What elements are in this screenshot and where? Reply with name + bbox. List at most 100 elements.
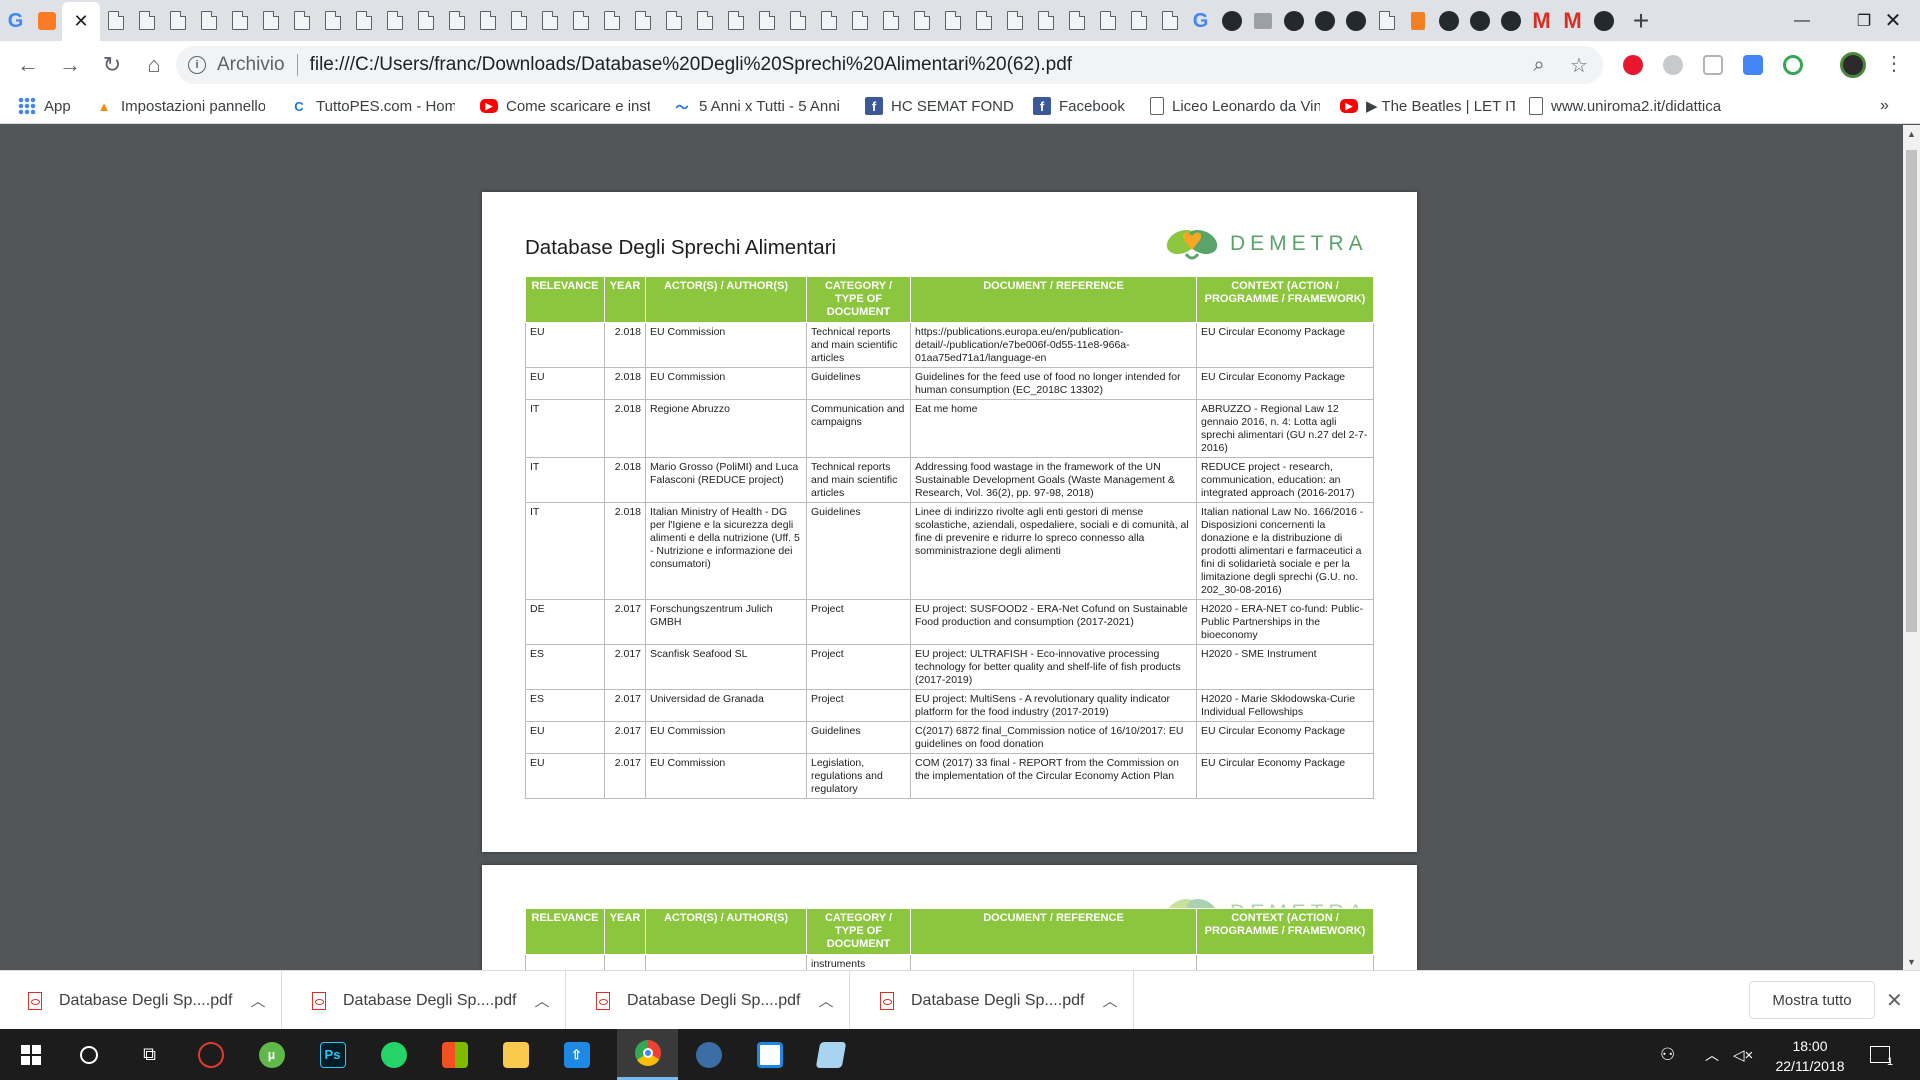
translate-extension-icon[interactable] [1743, 55, 1763, 75]
bookmark-item[interactable]: 〜 5 Anni x Tutti - 5 Anni [673, 95, 839, 117]
bookmark-item[interactable]: f Facebook [1033, 95, 1125, 117]
taskbar-app-transfer[interactable]: ⇧ [546, 1029, 607, 1080]
new-tab-button[interactable]: + [1619, 0, 1663, 41]
bookmark-item[interactable]: ▶ ▶ The Beatles | LET IT BE [1340, 95, 1515, 117]
taskbar-app-game[interactable] [180, 1029, 241, 1080]
browser-tab[interactable] [162, 0, 193, 41]
doc-extension-icon[interactable] [1703, 55, 1723, 75]
bookmark-item[interactable]: f HC SEMAT FONDI [865, 95, 1015, 117]
taskbar-app-notes[interactable] [800, 1029, 861, 1080]
scroll-down-icon[interactable]: ▼ [1903, 953, 1920, 970]
browser-tab[interactable] [596, 0, 627, 41]
taskbar-app-utorrent[interactable]: µ [241, 1029, 302, 1080]
download-item[interactable]: Database Degli Sp....pdf ︿ [568, 971, 850, 1030]
browser-tab[interactable] [1278, 0, 1309, 41]
browser-tab[interactable] [1588, 0, 1619, 41]
close-tab-icon[interactable]: ✕ [73, 11, 88, 32]
browser-tab[interactable] [999, 0, 1030, 41]
browser-tab[interactable] [906, 0, 937, 41]
chevron-up-icon[interactable]: ︿ [1102, 990, 1117, 1011]
browser-tab[interactable] [875, 0, 906, 41]
bookmark-item[interactable]: ▲ Impostazioni pannello [95, 95, 265, 117]
bookmark-star-icon[interactable]: ☆ [1569, 55, 1589, 77]
browser-tab[interactable] [1247, 0, 1278, 41]
browser-tab[interactable] [565, 0, 596, 41]
tab-active-pdf[interactable]: ✕ [62, 2, 100, 41]
browser-tab[interactable] [472, 0, 503, 41]
tab-google[interactable]: G [0, 0, 31, 41]
search-button[interactable] [58, 1029, 119, 1080]
browser-tab[interactable] [534, 0, 565, 41]
reload-button[interactable]: ↻ [94, 47, 130, 83]
action-center-button[interactable]: 1 [1870, 1029, 1897, 1080]
taskbar-app-photoshop[interactable]: Ps [302, 1029, 363, 1080]
browser-tab[interactable] [348, 0, 379, 41]
taskbar-app-chrome[interactable] [617, 1029, 678, 1080]
download-item[interactable]: Database Degli Sp....pdf ︿ [852, 971, 1134, 1030]
browser-tab[interactable] [100, 0, 131, 41]
browser-tab[interactable] [782, 0, 813, 41]
bookmark-item[interactable]: C TuttoPES.com - Home [290, 95, 455, 117]
chevron-up-icon[interactable]: ︿ [818, 990, 833, 1011]
forward-button[interactable]: → [52, 47, 88, 83]
browser-tab[interactable] [317, 0, 348, 41]
scrollbar-thumb[interactable] [1906, 150, 1917, 632]
menu-kebab-icon[interactable]: ⋮ [1884, 51, 1904, 77]
address-url[interactable]: file:///C:/Users/franc/Downloads/Databas… [310, 54, 1073, 76]
bookmarks-overflow-icon[interactable]: » [1880, 95, 1889, 117]
color-extension-icon[interactable] [1783, 55, 1803, 75]
zoom-icon[interactable]: ⌕ [1529, 54, 1549, 76]
browser-tab[interactable] [286, 0, 317, 41]
close-shelf-icon[interactable]: ✕ [1886, 988, 1903, 1013]
browser-tab[interactable] [1464, 0, 1495, 41]
taskbar-app-explorer[interactable] [485, 1029, 546, 1080]
download-item[interactable]: Database Degli Sp....pdf ︿ [284, 971, 566, 1030]
chevron-up-icon[interactable]: ︿ [534, 990, 549, 1011]
browser-tab[interactable] [1092, 0, 1123, 41]
bookmark-item[interactable]: App [18, 95, 71, 117]
browser-tab[interactable] [503, 0, 534, 41]
info-icon[interactable]: i [188, 56, 206, 74]
taskbar-app-thunderbird[interactable] [678, 1029, 739, 1080]
tray-chevron-icon[interactable]: ︿ [1705, 1029, 1719, 1080]
browser-tab[interactable]: M [1526, 0, 1557, 41]
browser-tab[interactable] [1495, 0, 1526, 41]
browser-tab[interactable] [193, 0, 224, 41]
tab-xampp[interactable] [31, 0, 62, 41]
browser-tab[interactable] [720, 0, 751, 41]
bookmark-item[interactable]: ▶ Come scaricare e installare [480, 95, 650, 117]
browser-tab[interactable] [1216, 0, 1247, 41]
scroll-up-icon[interactable]: ▲ [1903, 125, 1920, 142]
people-icon[interactable]: ⚇ [1660, 1029, 1675, 1080]
vertical-scrollbar[interactable]: ▲ ▼ [1903, 125, 1920, 970]
browser-tab[interactable] [968, 0, 999, 41]
browser-tab[interactable] [813, 0, 844, 41]
avatar[interactable] [1840, 52, 1866, 78]
browser-tab[interactable] [1433, 0, 1464, 41]
browser-tab[interactable] [131, 0, 162, 41]
taskbar-app-calculator[interactable] [739, 1029, 800, 1080]
browser-tab[interactable] [379, 0, 410, 41]
skype-extension-icon[interactable] [1663, 55, 1683, 75]
browser-tab[interactable] [1340, 0, 1371, 41]
system-clock[interactable]: 18:00 22/11/2018 [1765, 1036, 1855, 1076]
browser-tab[interactable] [627, 0, 658, 41]
browser-tab[interactable] [658, 0, 689, 41]
browser-tab[interactable] [1371, 0, 1402, 41]
browser-tab[interactable] [844, 0, 875, 41]
bookmark-item[interactable]: Liceo Leonardo da Vinci [1150, 95, 1320, 117]
task-view-button[interactable]: ⧉ [119, 1029, 180, 1080]
home-button[interactable]: ⌂ [136, 47, 172, 83]
browser-tab[interactable] [255, 0, 286, 41]
volume-muted-icon[interactable]: ◁× [1733, 1029, 1753, 1080]
browser-tab[interactable] [1030, 0, 1061, 41]
close-window-button[interactable]: ✕ [1866, 0, 1920, 41]
address-bar[interactable]: i Archivio file:///C:/Users/franc/Downlo… [176, 46, 1603, 84]
browser-tab[interactable] [1061, 0, 1092, 41]
chevron-up-icon[interactable]: ︿ [250, 990, 265, 1011]
browser-tab[interactable] [1154, 0, 1185, 41]
browser-tab[interactable]: M [1557, 0, 1588, 41]
browser-tab[interactable] [410, 0, 441, 41]
browser-tab[interactable] [224, 0, 255, 41]
browser-tab[interactable] [937, 0, 968, 41]
